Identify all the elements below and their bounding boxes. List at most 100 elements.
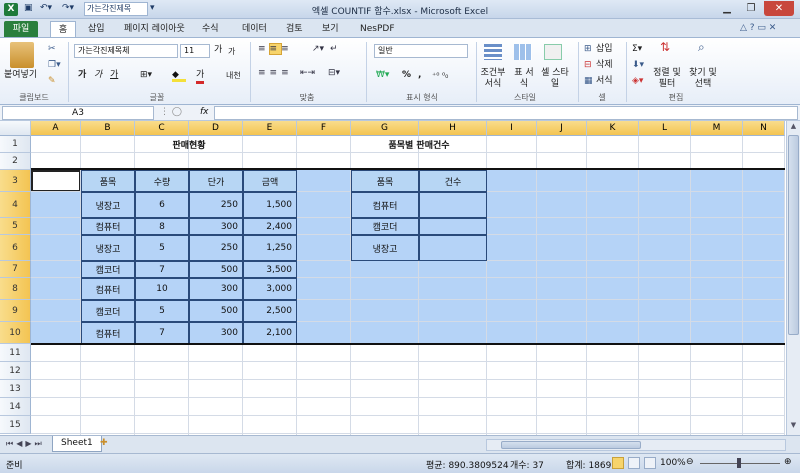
sheet-nav-icons[interactable]: ⏮◀▶⏭ bbox=[6, 439, 45, 449]
horizontal-scrollbar[interactable] bbox=[486, 439, 786, 451]
row-header[interactable]: 15 bbox=[0, 416, 31, 434]
indent-icons[interactable]: ⇤⇥ bbox=[300, 68, 315, 79]
row-header[interactable]: 7 bbox=[0, 261, 31, 278]
bold-button[interactable]: 가 bbox=[78, 70, 86, 81]
column-header[interactable]: M bbox=[691, 121, 743, 136]
row-header[interactable]: 12 bbox=[0, 362, 31, 380]
fill-icon[interactable]: ⬇▾ bbox=[632, 60, 644, 71]
insert-function-button[interactable]: fx bbox=[200, 107, 209, 117]
tab-page-layout[interactable]: 페이지 레이아웃 bbox=[118, 21, 191, 38]
grow-font-icon[interactable]: 가 bbox=[214, 45, 222, 56]
font-color-button[interactable]: 가 bbox=[196, 70, 205, 84]
cell-styles-button[interactable]: 셀 스타일 bbox=[540, 68, 570, 90]
paste-button[interactable]: 붙여넣기 bbox=[4, 70, 37, 81]
phonetic-button[interactable]: 내천 bbox=[226, 70, 241, 81]
summary-title[interactable]: 품목별 판매건수 bbox=[351, 136, 487, 153]
sort-filter-button[interactable]: 정렬 및 필터 bbox=[650, 68, 684, 90]
horizontal-align-icons[interactable]: ≡≡≡ bbox=[258, 68, 293, 79]
format-cells-icon[interactable]: ▦ bbox=[584, 76, 593, 87]
row-header[interactable]: 5 bbox=[0, 218, 31, 235]
orientation-icon[interactable]: ↗▾ bbox=[312, 44, 324, 55]
row-header[interactable]: 4 bbox=[0, 192, 31, 218]
fill-color-icon[interactable]: ◆ bbox=[172, 70, 186, 82]
sort-filter-icon[interactable]: ⇅ bbox=[660, 41, 670, 53]
column-header[interactable]: G bbox=[351, 121, 419, 136]
scroll-up-icon[interactable]: ▲ bbox=[788, 122, 799, 133]
percent-button[interactable]: % bbox=[402, 70, 411, 81]
cut-icon[interactable]: ✂ bbox=[48, 44, 56, 55]
page-layout-view-icon[interactable] bbox=[628, 457, 640, 469]
ribbon-minimize-icon[interactable]: △ ? ▭ ✕ bbox=[740, 23, 776, 33]
column-header[interactable]: D bbox=[189, 121, 243, 136]
tab-file[interactable]: 파일 bbox=[4, 21, 38, 38]
name-box[interactable]: A3 bbox=[2, 106, 154, 120]
horizontal-scroll-thumb[interactable] bbox=[501, 441, 641, 449]
shrink-font-icon[interactable]: 가 bbox=[228, 46, 235, 57]
column-header[interactable]: H bbox=[419, 121, 487, 136]
column-header[interactable]: L bbox=[639, 121, 691, 136]
delete-cells-icon[interactable]: ⊟ bbox=[584, 60, 592, 71]
row-header[interactable]: 8 bbox=[0, 278, 31, 300]
column-header[interactable]: I bbox=[487, 121, 537, 136]
vertical-scrollbar[interactable]: ▲ ▼ bbox=[786, 121, 800, 435]
autosum-icon[interactable]: Σ▾ bbox=[632, 44, 642, 55]
column-header[interactable]: N bbox=[743, 121, 785, 136]
row-header[interactable]: 13 bbox=[0, 380, 31, 398]
row-header[interactable]: 3 bbox=[0, 170, 31, 192]
sheet-tab-sheet1[interactable]: Sheet1 bbox=[52, 436, 102, 452]
row-header[interactable]: 10 bbox=[0, 322, 31, 344]
number-format-combo[interactable]: 일반 bbox=[374, 44, 468, 58]
conditional-format-icon[interactable] bbox=[484, 44, 502, 60]
row-header[interactable]: 2 bbox=[0, 153, 31, 170]
active-cell[interactable] bbox=[31, 170, 81, 192]
formula-input[interactable] bbox=[214, 106, 798, 120]
cell-styles-icon[interactable] bbox=[544, 44, 562, 60]
paste-icon[interactable] bbox=[10, 42, 34, 68]
italic-button[interactable]: 가 bbox=[94, 70, 102, 81]
row-header[interactable]: 9 bbox=[0, 300, 31, 322]
comma-button[interactable]: , bbox=[418, 70, 421, 81]
find-select-button[interactable]: 찾기 및 선택 bbox=[686, 68, 720, 90]
column-header[interactable]: E bbox=[243, 121, 297, 136]
tab-home[interactable]: 홈 bbox=[50, 21, 76, 38]
clear-icon[interactable]: ◈▾ bbox=[632, 76, 643, 87]
insert-sheet-icon[interactable]: ✚ bbox=[100, 438, 108, 448]
conditional-format-button[interactable]: 조건부 서식 bbox=[478, 68, 508, 90]
insert-cells-icon[interactable]: ⊞ bbox=[584, 44, 592, 55]
tab-insert[interactable]: 삽입 bbox=[82, 21, 111, 38]
zoom-slider-thumb[interactable] bbox=[737, 458, 741, 468]
row-header[interactable]: 14 bbox=[0, 398, 31, 416]
minimize-icon[interactable]: ▁ bbox=[716, 1, 738, 16]
vertical-scroll-thumb[interactable] bbox=[788, 135, 799, 335]
tab-nespdf[interactable]: NesPDF bbox=[354, 21, 401, 38]
zoom-in-icon[interactable]: ⊕ bbox=[784, 457, 792, 467]
format-table-icon[interactable] bbox=[514, 44, 532, 60]
column-header[interactable]: C bbox=[135, 121, 189, 136]
insert-cells-button[interactable]: 삽입 bbox=[596, 44, 613, 55]
currency-icon[interactable]: ₩▾ bbox=[376, 70, 389, 81]
column-header[interactable]: F bbox=[297, 121, 351, 136]
tab-view[interactable]: 보기 bbox=[316, 21, 345, 38]
decimal-icons[interactable]: ⁺⁰ ⁰₀ bbox=[432, 70, 448, 81]
tab-formulas[interactable]: 수식 bbox=[196, 21, 225, 38]
underline-button[interactable]: 가 bbox=[110, 70, 118, 81]
zoom-out-icon[interactable]: ⊖ bbox=[686, 457, 694, 467]
font-size-combo[interactable]: 11 bbox=[180, 44, 210, 58]
worksheet-grid[interactable]: A B C D E F G H I J K L M N 1 2 3 4 5 6 7 8 9 10 11 12 13 14 15 판매현황 품… bbox=[0, 121, 786, 435]
row-header[interactable]: 6 bbox=[0, 235, 31, 261]
format-painter-icon[interactable]: ✎ bbox=[48, 76, 56, 87]
font-name-combo[interactable]: 가는각진제목체 bbox=[74, 44, 178, 58]
column-header[interactable]: K bbox=[587, 121, 639, 136]
column-header[interactable]: B bbox=[81, 121, 135, 136]
wrap-text-icon[interactable]: ↵ bbox=[330, 44, 338, 55]
row-header[interactable]: 1 bbox=[0, 136, 31, 153]
delete-cells-button[interactable]: 삭제 bbox=[596, 60, 613, 71]
find-select-icon[interactable]: ⌕ bbox=[698, 41, 705, 53]
tab-review[interactable]: 검토 bbox=[280, 21, 309, 38]
select-all-corner[interactable] bbox=[0, 121, 31, 136]
column-header[interactable]: A bbox=[31, 121, 81, 136]
vertical-align-icons[interactable]: ≡≡≡ bbox=[258, 43, 293, 55]
restore-icon[interactable]: ❐ bbox=[740, 1, 762, 16]
tab-data[interactable]: 데이터 bbox=[236, 21, 273, 38]
table-title[interactable]: 판매현황 bbox=[81, 136, 297, 153]
